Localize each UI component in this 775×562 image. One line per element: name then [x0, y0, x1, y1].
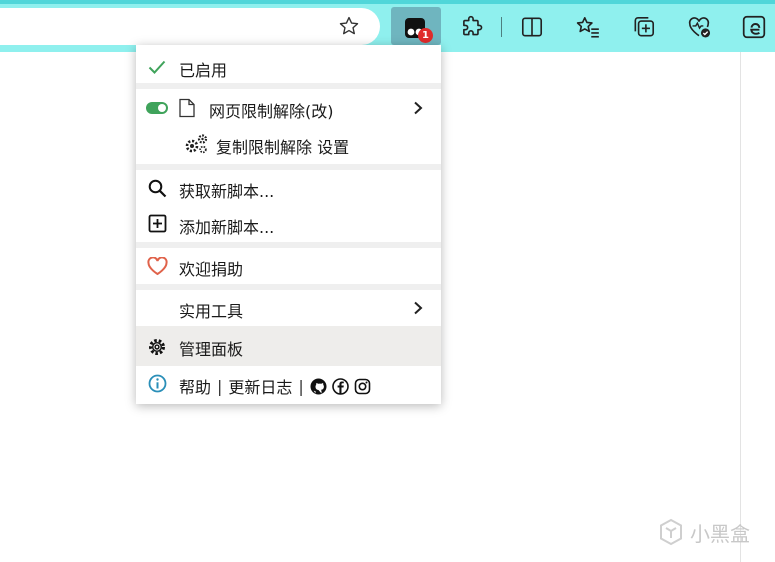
script-toggle[interactable]: [146, 102, 168, 114]
menu-item-enabled[interactable]: 已启用: [136, 49, 441, 85]
toolbar-separator: [501, 17, 502, 37]
facebook-icon[interactable]: [332, 377, 349, 395]
star-icon[interactable]: [338, 15, 360, 37]
menu-item-utilities[interactable]: 实用工具: [136, 290, 441, 326]
page-scrollbar[interactable]: [740, 52, 775, 562]
extension-popup-menu: 已启用 网页限制解除(改) 复制限制解除 设置 获取新脚本... 添加新脚本..…: [136, 45, 441, 404]
split-screen-icon[interactable]: [519, 14, 545, 40]
menu-item-script[interactable]: 网页限制解除(改): [136, 90, 441, 126]
menu-item-script-settings-label: 复制限制解除 设置: [216, 138, 350, 157]
menu-item-get-new-scripts[interactable]: 获取新脚本...: [136, 170, 441, 206]
address-bar[interactable]: [0, 8, 380, 45]
menu-item-add-new-script-label: 添加新脚本...: [179, 218, 275, 237]
changelog-link[interactable]: 更新日志: [228, 374, 292, 398]
menu-item-script-label: 网页限制解除(改): [209, 102, 334, 121]
favorites-icon[interactable]: [575, 14, 601, 40]
search-icon: [148, 179, 167, 198]
github-icon[interactable]: [310, 378, 327, 395]
footer-separator: |: [217, 376, 223, 396]
browser-health-icon[interactable]: [686, 14, 712, 40]
menu-separator: [136, 83, 441, 89]
checkmark-icon: [148, 60, 166, 74]
menu-item-add-new-script[interactable]: 添加新脚本...: [136, 206, 441, 242]
chevron-right-icon: [414, 301, 423, 315]
help-link[interactable]: 帮助: [179, 374, 211, 398]
heart-icon: [147, 257, 168, 276]
gears-icon: [185, 134, 208, 154]
add-box-icon: [148, 214, 167, 233]
gear-icon: [149, 339, 165, 355]
collections-icon[interactable]: [631, 14, 657, 40]
menu-item-footer: 帮助 | 更新日志 |: [136, 366, 441, 402]
menu-item-utilities-label: 实用工具: [179, 302, 244, 321]
menu-item-script-settings[interactable]: 复制限制解除 设置: [136, 126, 441, 162]
tampermonkey-extension-button[interactable]: 1: [391, 7, 441, 45]
menu-item-get-new-scripts-label: 获取新脚本...: [179, 182, 275, 201]
watermark: 小黑盒: [658, 516, 750, 548]
extension-badge: 1: [418, 28, 433, 43]
menu-item-dashboard-label: 管理面板: [179, 340, 244, 359]
document-icon: [179, 98, 195, 118]
watermark-text: 小黑盒: [690, 521, 750, 546]
puzzle-icon[interactable]: [459, 14, 485, 40]
footer-separator: |: [298, 376, 304, 396]
menu-item-enabled-label: 已启用: [179, 61, 228, 80]
chevron-right-icon: [414, 101, 423, 115]
menu-item-dashboard[interactable]: 管理面板: [136, 326, 441, 366]
instagram-icon[interactable]: [354, 378, 371, 395]
menu-item-donate[interactable]: 欢迎捐助: [136, 248, 441, 284]
menu-item-donate-label: 欢迎捐助: [179, 260, 244, 279]
edge-icon[interactable]: [741, 14, 767, 40]
xiaoheihe-logo-icon: [660, 518, 682, 546]
info-icon: [148, 374, 167, 393]
